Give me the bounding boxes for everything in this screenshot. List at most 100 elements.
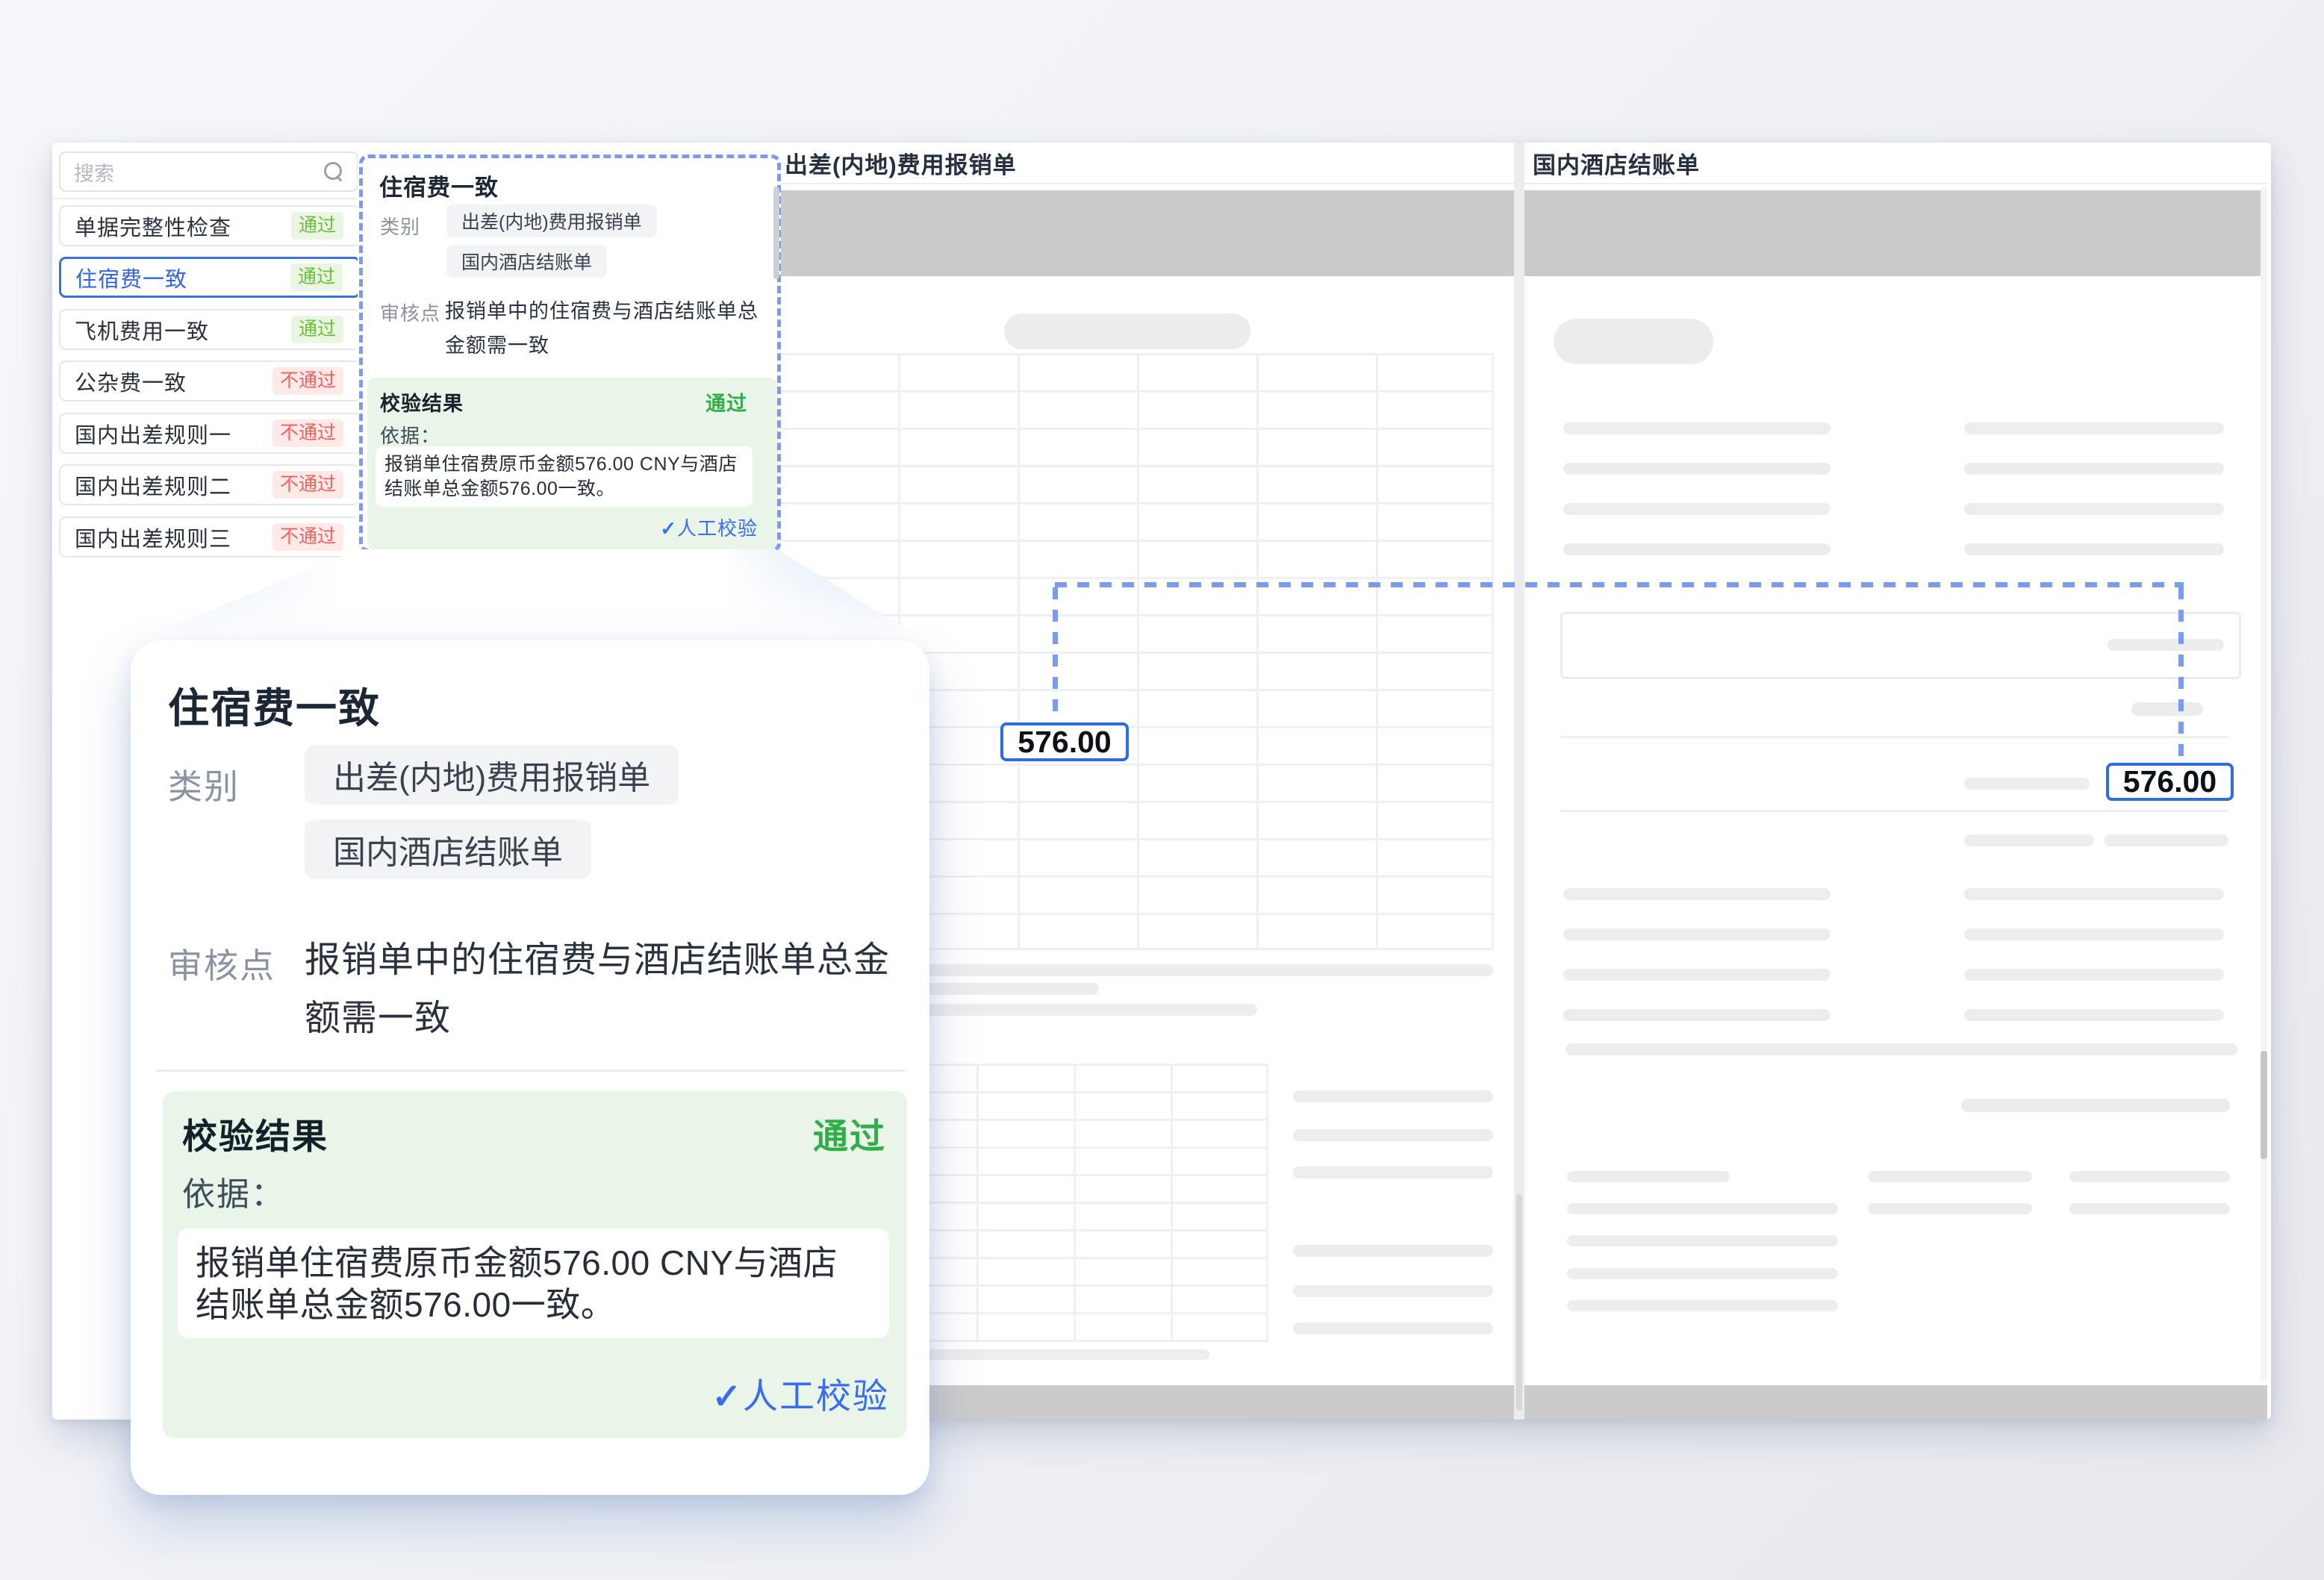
skeleton-line xyxy=(1563,969,1831,981)
skeleton-line xyxy=(1563,463,1831,475)
skeleton-line xyxy=(1563,503,1831,515)
manual-check-link[interactable]: ✓人工校验 xyxy=(660,513,758,541)
skeleton-line xyxy=(1964,834,2094,846)
skeleton-line xyxy=(2108,639,2224,651)
manual-check-label: 人工校验 xyxy=(677,517,758,540)
sidebar-item-label: 单据完整性检查 xyxy=(75,210,291,242)
divider xyxy=(52,198,358,199)
skeleton-line xyxy=(1563,543,1831,555)
skeleton-line xyxy=(1964,888,2224,900)
evidence-label: 依据： xyxy=(182,1167,285,1215)
skeleton-line xyxy=(1293,1285,1493,1297)
sidebar-item-label: 住宿费一致 xyxy=(75,262,290,293)
skeleton-line xyxy=(2069,1203,2230,1214)
search-icon xyxy=(324,162,343,181)
document-banner-placeholder xyxy=(776,190,1514,276)
document-title: 国内酒店结账单 xyxy=(1533,146,1700,180)
skeleton-line xyxy=(1964,503,2224,515)
skeleton-line xyxy=(1563,928,1831,940)
status-badge: 通过 xyxy=(291,212,343,240)
skeleton-line xyxy=(1563,888,1831,900)
result-label: 校验结果 xyxy=(182,1108,328,1159)
validation-result-section: 校验结果 通过 依据： 报销单住宿费原币金额576.00 CNY与酒店结账单总金… xyxy=(367,378,777,549)
skeleton-line xyxy=(1964,543,2224,555)
sidebar-item-flight-fee-match[interactable]: 飞机费用一致 通过 xyxy=(59,309,361,350)
review-point-text: 报销单中的住宿费与酒店结账单总金额需一致 xyxy=(445,294,775,363)
skeleton-line xyxy=(1567,1171,1730,1182)
divider xyxy=(1560,810,2228,812)
sidebar-item-label: 国内出差规则三 xyxy=(75,522,272,553)
skeleton-line xyxy=(1293,1245,1493,1257)
skeleton-line xyxy=(1964,463,2224,475)
result-label: 校验结果 xyxy=(380,387,464,416)
skeleton-line xyxy=(1293,1167,1493,1178)
manual-check-link[interactable]: ✓人工校验 xyxy=(712,1367,889,1419)
statement-total-row xyxy=(1560,612,2241,679)
sidebar-item-label: 飞机费用一致 xyxy=(75,314,291,346)
app-root: 搜索 单据完整性检查 通过 住宿费一致 通过 飞机费用一致 通过 公杂费一致 不… xyxy=(0,0,2324,1580)
connector-dashed-line xyxy=(2178,587,2184,758)
status-badge: 通过 xyxy=(290,263,343,291)
sidebar-item-travel-rule-2[interactable]: 国内出差规则二 不通过 xyxy=(59,464,361,505)
status-badge: 不通过 xyxy=(272,419,343,447)
review-point-label: 审核点 xyxy=(168,939,275,988)
document-scrollbar-track[interactable] xyxy=(2261,187,2267,1381)
skeleton-line xyxy=(1964,928,2224,940)
panel-title: 住宿费一致 xyxy=(379,169,499,202)
rule-detail-popup: 住宿费一致 类别 出差(内地)费用报销单 国内酒店结账单 审核点 报销单中的住宿… xyxy=(131,640,929,1495)
skeleton-line xyxy=(1563,422,1831,434)
search-placeholder: 搜索 xyxy=(74,157,324,187)
skeleton-line xyxy=(1964,422,2224,434)
status-badge: 通过 xyxy=(291,316,343,343)
sidebar-item-travel-rule-1[interactable]: 国内出差规则一 不通过 xyxy=(59,413,361,454)
evidence-label: 依据： xyxy=(380,421,440,449)
document-footer-placeholder xyxy=(1524,1385,2267,1420)
popup-title: 住宿费一致 xyxy=(168,675,381,734)
skeleton-line xyxy=(1293,1323,1493,1334)
category-tag: 出差(内地)费用报销单 xyxy=(446,204,657,237)
evidence-text: 报销单住宿费原币金额576.00 CNY与酒店结账单总金额576.00一致。 xyxy=(376,446,753,507)
document-scrollbar-thumb[interactable] xyxy=(2261,1051,2267,1159)
document-banner-placeholder xyxy=(1524,190,2267,276)
skeleton-line xyxy=(1567,1300,1838,1311)
sidebar-item-label: 国内出差规则一 xyxy=(75,418,272,449)
skeleton-pill xyxy=(1961,1099,2230,1112)
status-badge: 不通过 xyxy=(272,367,343,395)
divider-scroll-thumb[interactable] xyxy=(1516,1194,1522,1411)
sidebar-item-hotel-fee-match[interactable]: 住宿费一致 通过 xyxy=(59,257,361,298)
result-status: 通过 xyxy=(705,387,747,416)
sidebar-item-document-completeness[interactable]: 单据完整性检查 通过 xyxy=(59,205,361,246)
skeleton-line xyxy=(1964,969,2224,981)
connector-dashed-line xyxy=(1053,587,1058,716)
skeleton-line xyxy=(1293,1129,1493,1141)
category-label: 类别 xyxy=(380,212,420,240)
rule-detail-panel: 住宿费一致 类别 出差(内地)费用报销单 国内酒店结账单 审核点 报销单中的住宿… xyxy=(359,154,781,552)
divider xyxy=(1560,736,2228,738)
skeleton-line xyxy=(1563,1009,1831,1021)
category-tag: 国内酒店结账单 xyxy=(305,819,591,879)
search-input[interactable]: 搜索 xyxy=(59,152,358,192)
amount-value: 576.00 xyxy=(1018,725,1111,760)
category-label: 类别 xyxy=(168,760,240,809)
skeleton-line xyxy=(1964,1009,2224,1021)
skeleton-line xyxy=(1964,778,2090,790)
sidebar-item-misc-fee-match[interactable]: 公杂费一致 不通过 xyxy=(59,360,361,402)
skeleton-line xyxy=(2105,834,2228,846)
sidebar-item-travel-rule-3[interactable]: 国内出差规则三 不通过 xyxy=(59,516,361,558)
divider xyxy=(157,1070,905,1072)
status-badge: 不通过 xyxy=(272,471,343,499)
skeleton-line xyxy=(2069,1171,2230,1182)
evidence-text: 报销单住宿费原币金额576.00 CNY与酒店结账单总金额576.00一致。 xyxy=(178,1228,889,1338)
skeleton-pill xyxy=(1554,319,1713,364)
skeleton-pill xyxy=(1004,313,1250,349)
skeleton-line xyxy=(1293,1090,1493,1102)
category-tag: 国内酒店结账单 xyxy=(446,245,607,278)
statement-amount-highlight: 576.00 xyxy=(2106,763,2234,801)
detail-scrollbar[interactable] xyxy=(773,187,779,279)
sidebar-item-label: 公杂费一致 xyxy=(75,366,272,397)
expense-amount-highlight: 576.00 xyxy=(1000,722,1129,761)
check-icon: ✓ xyxy=(660,517,677,540)
status-badge: 不通过 xyxy=(272,523,343,551)
skeleton-pill xyxy=(2131,702,2203,716)
category-tag: 出差(内地)费用报销单 xyxy=(305,745,679,805)
